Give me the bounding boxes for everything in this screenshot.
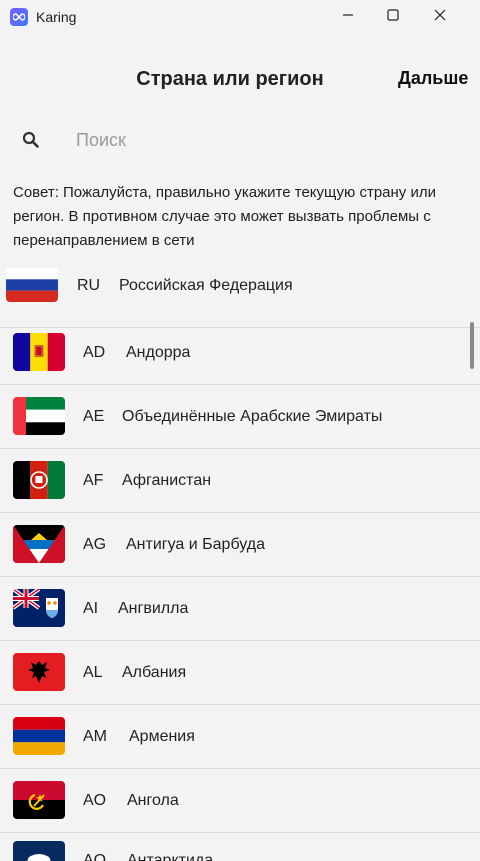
country-row-ao[interactable]: AO Ангола <box>0 769 480 833</box>
country-code: AF <box>83 472 104 489</box>
minimize-icon <box>342 8 354 26</box>
country-name: Афганистан <box>122 472 212 489</box>
country-code: RU <box>77 277 101 294</box>
country-row-ae[interactable]: AE Объединённые Арабские Эмираты <box>0 385 480 449</box>
country-name: Ангвилла <box>118 600 189 617</box>
flag-ag-icon <box>13 525 65 563</box>
flag-ru-icon <box>6 268 58 302</box>
search-bar <box>0 120 480 160</box>
country-code: AG <box>83 536 107 553</box>
country-name: Антарктида <box>127 852 214 861</box>
country-row-aq[interactable]: AQ Антарктида <box>0 833 480 861</box>
country-code: AE <box>83 408 105 425</box>
maximize-icon <box>387 8 399 26</box>
flag-ad-icon <box>13 333 65 371</box>
next-button[interactable]: Дальше <box>398 68 480 89</box>
close-button[interactable] <box>417 0 463 34</box>
maximize-button[interactable] <box>370 0 416 34</box>
search-icon <box>21 130 41 150</box>
country-name: Андорра <box>126 344 191 361</box>
flag-al-icon <box>13 653 65 691</box>
flag-aq-icon <box>13 841 65 861</box>
hint-text: Совет: Пожалуйста, правильно укажите тек… <box>13 184 436 249</box>
country-row-ad[interactable]: AD Андорра <box>0 321 480 385</box>
country-code: AQ <box>83 852 107 861</box>
close-icon <box>434 8 446 26</box>
flag-ae-icon <box>13 397 65 435</box>
title-bar: Karing <box>0 0 480 34</box>
country-name: Объединённые Арабские Эмираты <box>122 408 383 425</box>
country-row-am[interactable]: AM Армения <box>0 705 480 769</box>
search-input[interactable] <box>70 124 450 156</box>
country-name: Российская Федерация <box>119 277 293 294</box>
country-name: Антигуа и Барбуда <box>126 536 265 553</box>
country-code: AO <box>83 792 107 809</box>
country-row-ai[interactable]: AI Ангвилла <box>0 577 480 641</box>
page-title: Страна или регион <box>136 68 324 90</box>
country-list[interactable]: RU Российская Федерация AD Андорра AE Об… <box>0 264 480 861</box>
country-name: Албания <box>122 664 187 681</box>
country-name: Ангола <box>127 792 179 809</box>
selected-country-row[interactable]: RU Российская Федерация <box>0 264 480 328</box>
country-code: AL <box>83 664 103 681</box>
flag-ao-icon <box>13 781 65 819</box>
country-name: Армения <box>129 728 195 745</box>
app-logo-icon <box>10 8 28 26</box>
country-code: AD <box>83 344 106 361</box>
country-code: AI <box>83 600 99 617</box>
country-row-ag[interactable]: AG Антигуа и Барбуда <box>0 513 480 577</box>
scrollbar-thumb[interactable] <box>470 322 474 369</box>
flag-af-icon <box>13 461 65 499</box>
flag-ai-icon <box>13 589 65 627</box>
country-code: AM <box>83 728 107 745</box>
flag-am-icon <box>13 717 65 755</box>
country-row-al[interactable]: AL Албания <box>0 641 480 705</box>
minimize-button[interactable] <box>325 0 371 34</box>
app-title: Karing <box>36 9 77 25</box>
country-row-af[interactable]: AF Афганистан <box>0 449 480 513</box>
